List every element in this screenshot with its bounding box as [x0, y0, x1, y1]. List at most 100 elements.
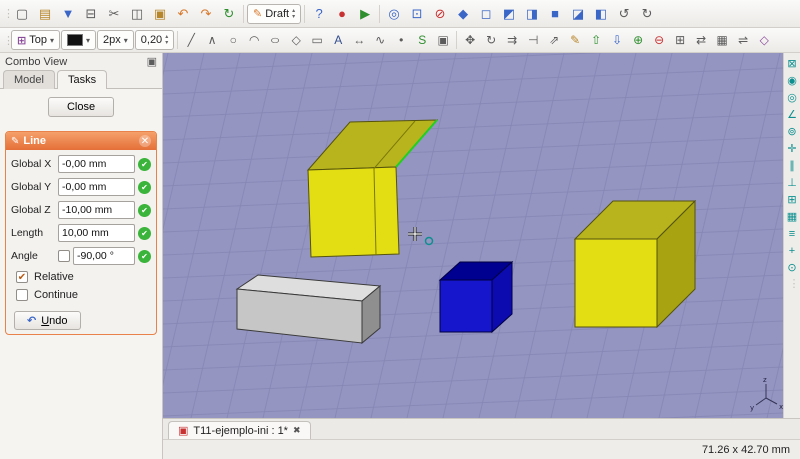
draft-facebinder-icon[interactable]: ▣: [433, 31, 453, 50]
global-y-input[interactable]: [58, 178, 135, 196]
draft-edit-icon[interactable]: ✎: [565, 31, 585, 50]
draft-shape-2d-view-icon[interactable]: ⊞: [670, 31, 690, 50]
view-isometric-icon[interactable]: ◆: [452, 3, 474, 25]
snap-lock-icon[interactable]: ⊠: [785, 56, 800, 71]
snap-spacing-spinbox[interactable]: 0,20 ▴▾: [135, 30, 174, 50]
continue-checkbox[interactable]: ✔: [16, 289, 28, 301]
snap-parallel-icon[interactable]: ∥: [785, 158, 800, 173]
draft-downgrade-icon[interactable]: ⇩: [607, 31, 627, 50]
redo-icon[interactable]: ↷: [195, 3, 217, 25]
close-document-icon[interactable]: ✖: [293, 425, 301, 436]
workbench-name: Draft: [265, 8, 289, 20]
rotate-right-icon[interactable]: ↻: [636, 3, 658, 25]
valid-check-icon: ✔: [138, 204, 151, 217]
draft-add-point-icon[interactable]: ⊕: [628, 31, 648, 50]
draft-offset-icon[interactable]: ⇉: [502, 31, 522, 50]
draft-array-icon[interactable]: ▦: [712, 31, 732, 50]
snap-toolbar: ⊠ ◉ ◎ ∠ ⊚ ✛ ∥ ⊥ ⊞ ▦ ≡ + ⊙ ⋮: [783, 53, 800, 418]
new-document-icon[interactable]: ▢: [11, 3, 33, 25]
undo-icon[interactable]: ↶: [172, 3, 194, 25]
snap-working-plane-icon[interactable]: ⊙: [785, 260, 800, 275]
macro-record-icon[interactable]: ●: [331, 3, 353, 25]
snap-perpendicular-icon[interactable]: ⊥: [785, 175, 800, 190]
paste-icon[interactable]: ▣: [149, 3, 171, 25]
draft-upgrade-icon[interactable]: ⇧: [586, 31, 606, 50]
view-left-icon[interactable]: ◧: [590, 3, 612, 25]
draft-rectangle-icon[interactable]: ▭: [307, 31, 327, 50]
line-panel-title: Line: [23, 135, 46, 147]
working-plane-selector[interactable]: ⊞ Top ▾: [11, 30, 60, 50]
draft-bspline-icon[interactable]: ∿: [370, 31, 390, 50]
view-top-icon[interactable]: ◩: [498, 3, 520, 25]
global-z-input[interactable]: [58, 201, 135, 219]
spinbox-arrows[interactable]: ▴▾: [165, 34, 168, 46]
workbench-spinner[interactable]: ▴▾: [292, 8, 295, 20]
macro-execute-icon[interactable]: ▶: [354, 3, 376, 25]
draft-clone-icon[interactable]: ◇: [754, 31, 774, 50]
snap-ortho-icon[interactable]: +: [785, 243, 800, 258]
save-document-icon[interactable]: ▼: [57, 3, 79, 25]
angle-lock-checkbox[interactable]: ✔: [58, 250, 70, 262]
document-tab[interactable]: ▣ T11-ejemplo-ini : 1* ✖: [168, 421, 311, 439]
valid-check-icon: ✔: [138, 181, 151, 194]
snap-center-icon[interactable]: ⊚: [785, 124, 800, 139]
draft-ellipse-icon[interactable]: ○: [261, 31, 290, 50]
draft-rotate-icon[interactable]: ↻: [481, 31, 501, 50]
snap-near-icon[interactable]: ≡: [785, 226, 800, 241]
line-width-selector[interactable]: 2px ▾: [97, 30, 134, 50]
draft-polyline-icon[interactable]: ∧: [202, 31, 222, 50]
print-document-icon[interactable]: ⊟: [80, 3, 102, 25]
zoom-selection-icon[interactable]: ⊡: [406, 3, 428, 25]
copy-icon[interactable]: ◫: [126, 3, 148, 25]
draft-shapestring-icon[interactable]: S: [412, 31, 432, 50]
draft-point-icon[interactable]: •: [391, 31, 411, 50]
refresh-icon[interactable]: ↻: [218, 3, 240, 25]
3d-viewport[interactable]: z y x: [163, 53, 783, 418]
blue-cube[interactable]: [440, 262, 512, 332]
snap-angle-icon[interactable]: ∠: [785, 107, 800, 122]
draft-text-icon[interactable]: A: [328, 31, 348, 50]
snap-extension-icon[interactable]: ✛: [785, 141, 800, 156]
draft-delete-point-icon[interactable]: ⊖: [649, 31, 669, 50]
draft-circle-icon[interactable]: ○: [223, 31, 243, 50]
cut-icon[interactable]: ✂: [103, 3, 125, 25]
tab-tasks[interactable]: Tasks: [57, 70, 107, 89]
toolbar-grip[interactable]: ⋮: [3, 34, 10, 47]
draft-move-icon[interactable]: ✥: [460, 31, 480, 50]
workbench-selector[interactable]: ✎ Draft ▴▾: [247, 4, 301, 24]
length-input[interactable]: [58, 224, 135, 242]
global-x-input[interactable]: [58, 155, 135, 173]
tab-model[interactable]: Model: [3, 70, 55, 89]
draft-mirror-icon[interactable]: ⇌: [733, 31, 753, 50]
angle-input[interactable]: [73, 247, 135, 265]
view-right-icon[interactable]: ◨: [521, 3, 543, 25]
draft-trimex-icon[interactable]: ⊣: [523, 31, 543, 50]
relative-checkbox[interactable]: ✔: [16, 271, 28, 283]
snap-endpoint-icon[interactable]: ◉: [785, 73, 800, 88]
line-color-picker[interactable]: ▾: [61, 30, 96, 50]
view-front-icon[interactable]: ◻: [475, 3, 497, 25]
snap-grid-icon[interactable]: ⊞: [785, 192, 800, 207]
draft-dimension-icon[interactable]: ↔: [349, 31, 369, 50]
undo-button[interactable]: ↶ Undo: [14, 311, 81, 330]
draft-workbench-icon: ✎: [253, 7, 262, 20]
toolbar-grip[interactable]: ⋮: [3, 7, 10, 20]
snap-midpoint-icon[interactable]: ◎: [785, 90, 800, 105]
panel-close-icon[interactable]: ✕: [139, 135, 151, 147]
close-task-button[interactable]: Close: [48, 97, 114, 117]
draft-scale-icon[interactable]: ⇗: [544, 31, 564, 50]
view-bottom-icon[interactable]: ◪: [567, 3, 589, 25]
zoom-fit-icon[interactable]: ◎: [383, 3, 405, 25]
draft-line-icon[interactable]: ╱: [181, 31, 201, 50]
draft-to-sketch-icon[interactable]: ⇄: [691, 31, 711, 50]
view-rear-icon[interactable]: ■: [544, 3, 566, 25]
whats-this-icon[interactable]: ?: [308, 3, 330, 25]
standard-toolbar: ⋮ ▢ ▤ ▼ ⊟ ✂ ◫ ▣ ↶ ↷ ↻ ✎ Draft ▴▾ ? ● ▶ ◎…: [0, 0, 800, 28]
snap-intersection-icon[interactable]: ▦: [785, 209, 800, 224]
rotate-left-icon[interactable]: ↺: [613, 3, 635, 25]
toolbar-grip[interactable]: ⋮: [789, 277, 796, 290]
open-document-icon[interactable]: ▤: [34, 3, 56, 25]
draw-style-icon[interactable]: ⊘: [429, 3, 451, 25]
length-label: Length: [11, 227, 55, 239]
float-panel-icon[interactable]: ▣: [147, 55, 157, 68]
